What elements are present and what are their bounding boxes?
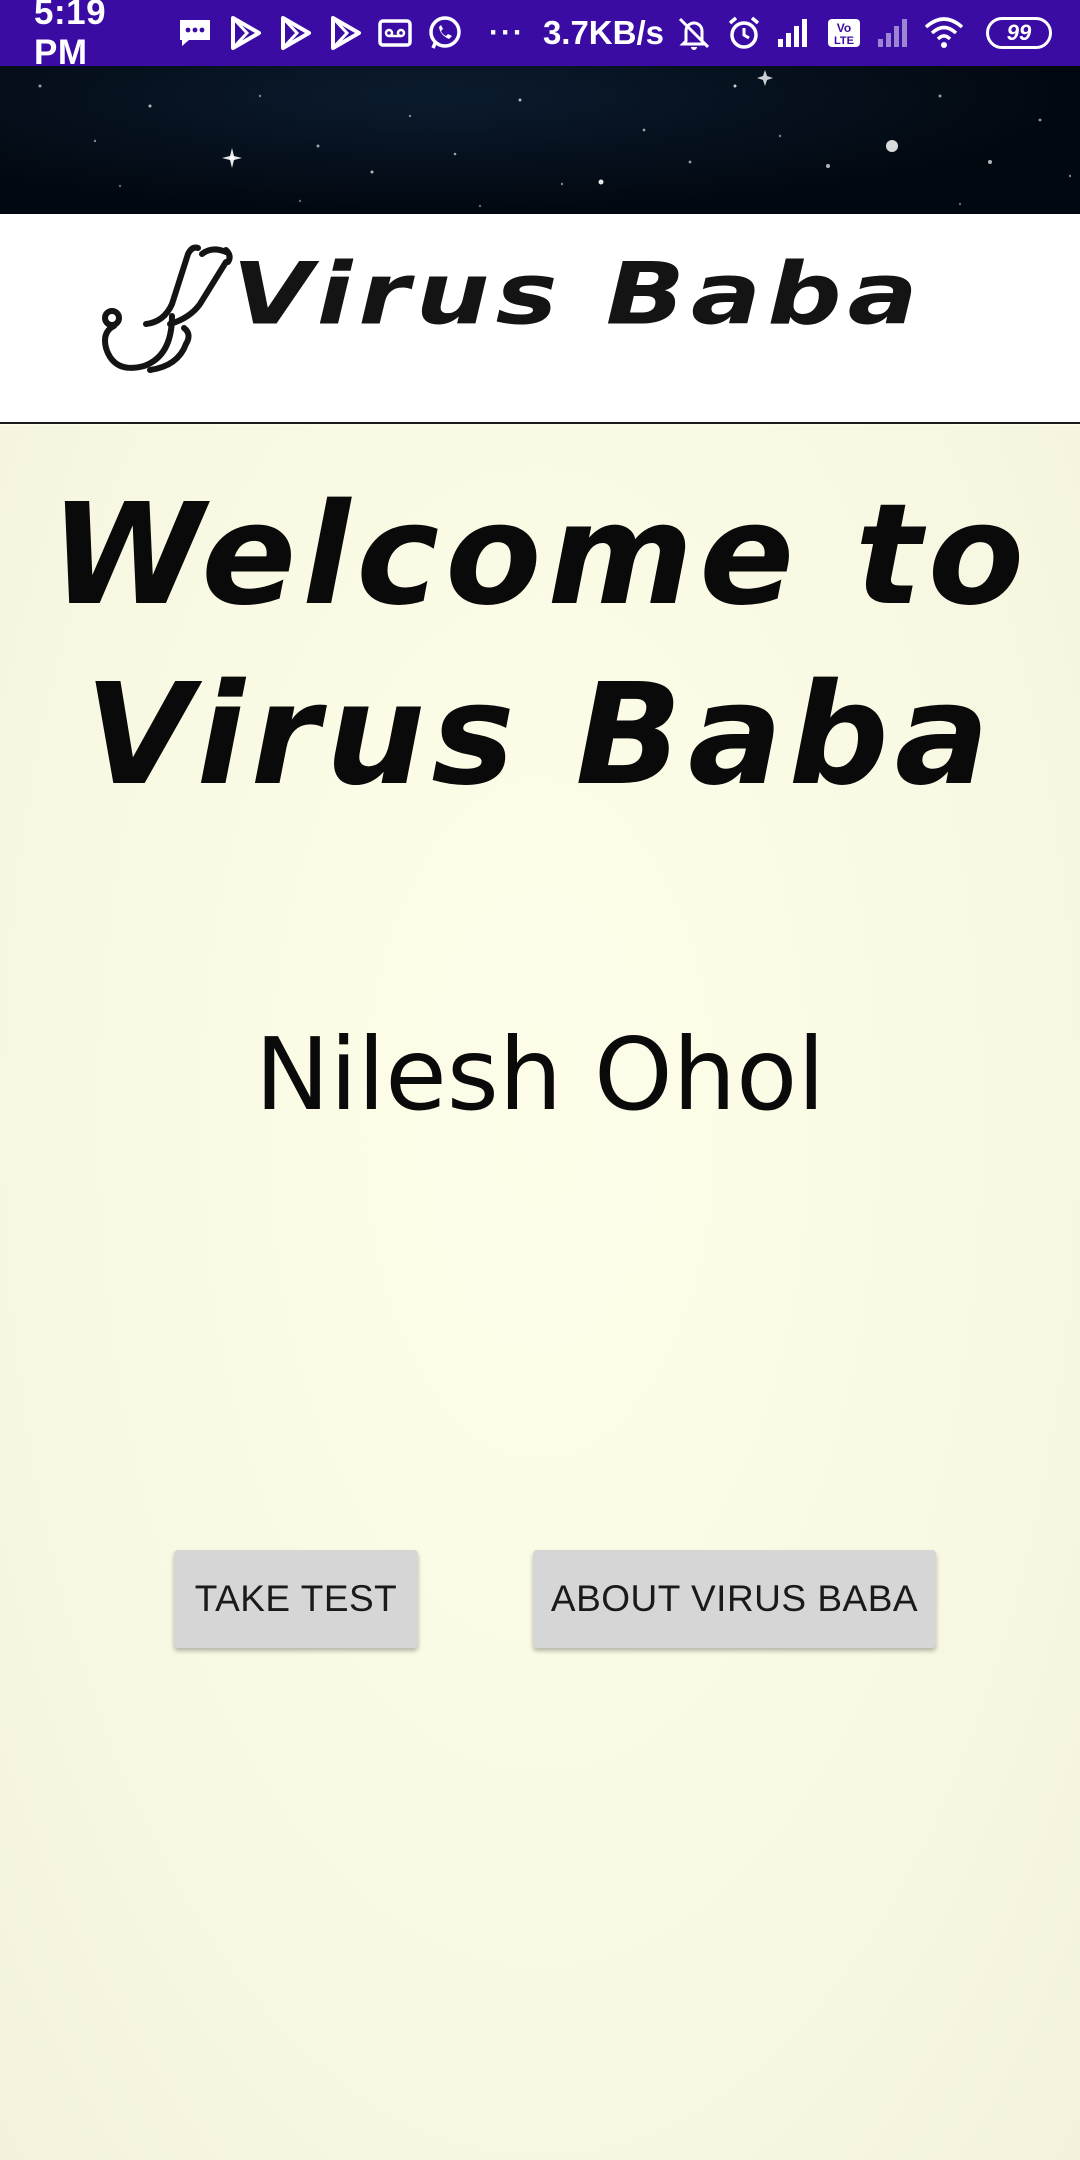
stars-decoration [38, 70, 1072, 208]
app-header-logo: Virus Baba [0, 214, 1080, 424]
play-store-icon [275, 13, 315, 53]
wifi-icon [924, 13, 968, 53]
alarm-icon [724, 13, 764, 53]
more-notifications-indicator: ··· [488, 16, 525, 49]
about-virus-baba-button[interactable]: ABOUT VIRUS BABA [533, 1550, 936, 1648]
messages-icon [175, 13, 215, 53]
network-speed: 3.7KB/s [542, 14, 664, 51]
stethoscope-icon [102, 244, 233, 373]
whatsapp-icon [425, 13, 465, 53]
voicemail-icon [375, 13, 415, 53]
welcome-heading: Welcome to Virus Baba [0, 466, 1080, 826]
volte-icon: Vo LTE [824, 13, 864, 53]
play-store-icon [225, 13, 265, 53]
notifications-off-icon [674, 13, 714, 53]
svg-text:LTE: LTE [834, 35, 854, 47]
signal-icon [874, 13, 914, 53]
welcome-line-1: Welcome to [49, 474, 1031, 637]
take-test-button[interactable]: TAKE TEST [174, 1550, 418, 1648]
status-right-group: Vo LTE 99 [674, 13, 1052, 53]
user-name: Nilesh Ohol [254, 1016, 826, 1133]
play-store-icon [325, 13, 365, 53]
status-time: 5:19 PM [34, 0, 107, 72]
logo-wordmark: Virus Baba [232, 244, 924, 345]
signal-icon [774, 13, 814, 53]
status-bar: 5:19 PM ··· 3.7KB/s Vo LTE 99 [0, 0, 1080, 72]
main-content: Welcome to Virus Baba Nilesh Ohol TAKE T… [0, 426, 1080, 2160]
svg-text:Vo: Vo [837, 21, 851, 35]
header-starfield [0, 66, 1080, 214]
welcome-line-2: Virus Baba [84, 654, 996, 817]
battery-indicator: 99 [986, 17, 1052, 49]
